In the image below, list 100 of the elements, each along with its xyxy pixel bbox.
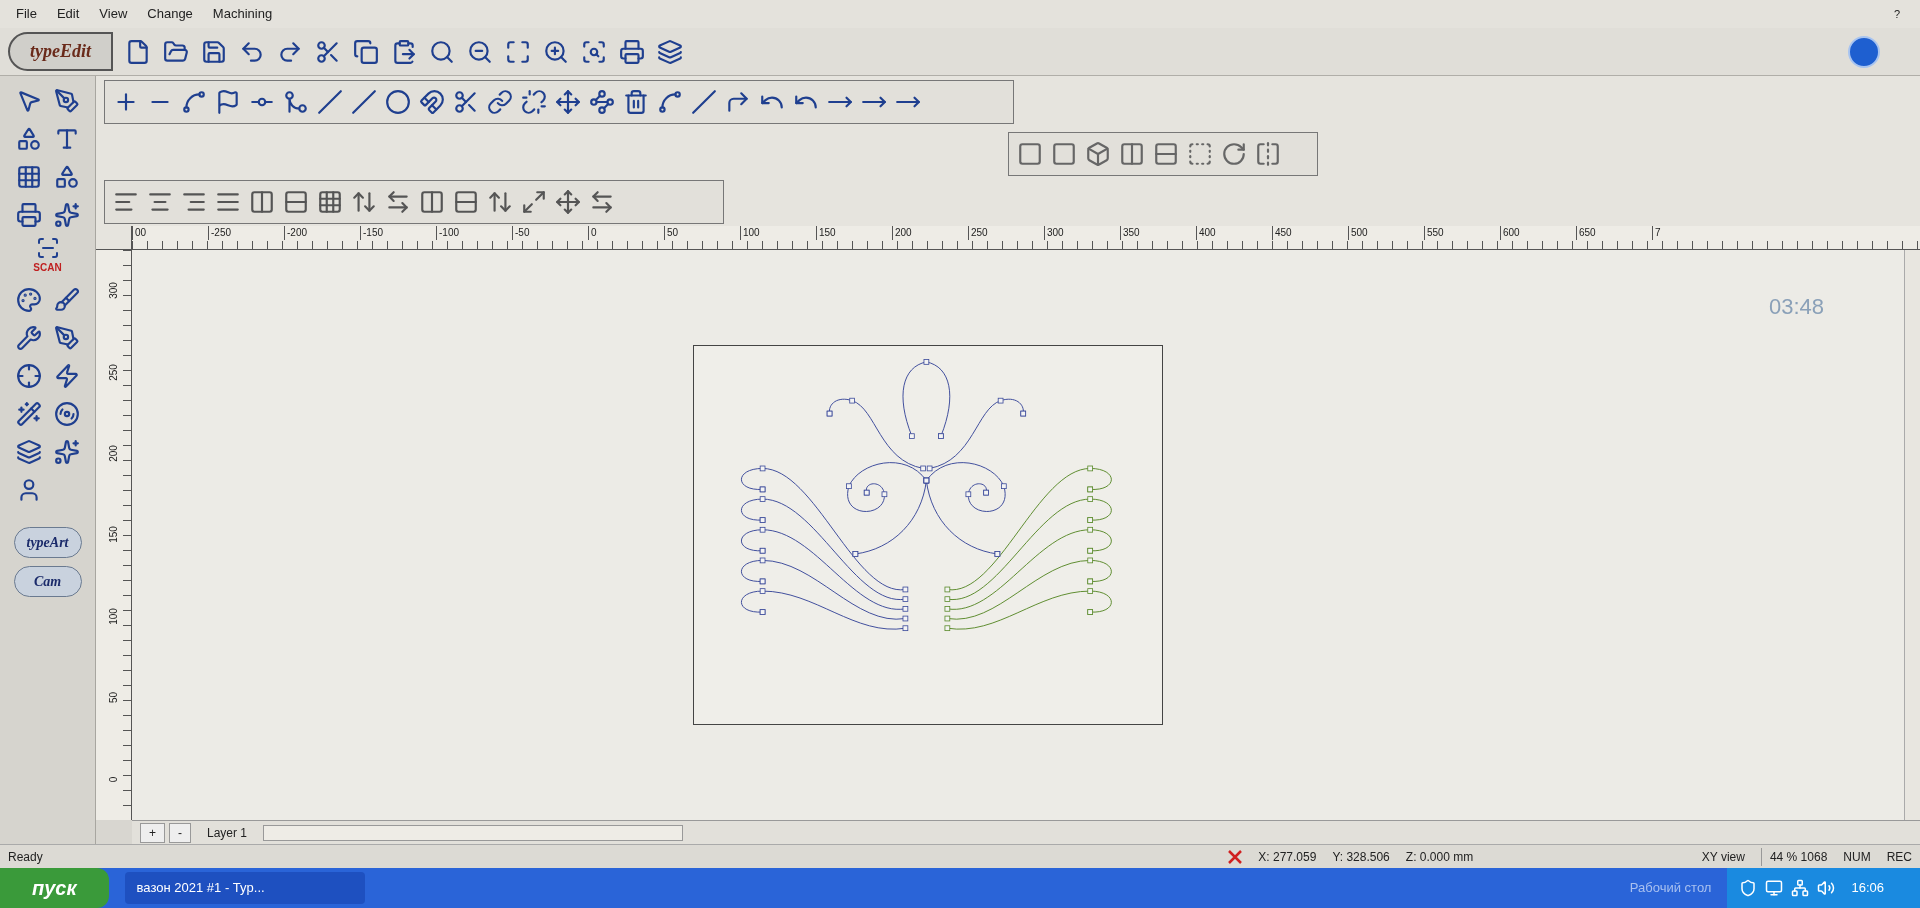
search-icon[interactable] xyxy=(429,38,455,65)
lightning-icon[interactable] xyxy=(53,363,80,389)
ruler-label: 300 xyxy=(107,282,120,300)
clock-overlay: 03:48 xyxy=(1768,293,1824,321)
zoom-indicator: 44 % 1068 xyxy=(1760,847,1828,866)
help-menu[interactable]: ? xyxy=(1881,5,1912,23)
ruler-label: 350 xyxy=(1120,226,1196,240)
layers-icon[interactable] xyxy=(15,439,42,465)
layers-icon[interactable] xyxy=(657,38,683,65)
wand-icon[interactable] xyxy=(15,401,42,427)
remove-layer-button[interactable]: - xyxy=(169,822,191,843)
pen-icon[interactable] xyxy=(53,325,80,351)
module-logo-button[interactable]: Cam xyxy=(13,566,82,597)
cut-icon[interactable] xyxy=(453,89,479,115)
crosshair-icon[interactable] xyxy=(15,363,42,389)
monitor-icon[interactable] xyxy=(1765,879,1784,897)
module-logo-button[interactable]: typeArt xyxy=(13,527,82,558)
line-icon[interactable] xyxy=(317,89,343,115)
app-logo: typeEdit xyxy=(8,32,113,71)
open-folder-icon[interactable] xyxy=(163,38,189,65)
move-icon[interactable] xyxy=(555,189,581,215)
box-icon[interactable] xyxy=(1085,141,1111,167)
grid-icon[interactable] xyxy=(317,189,343,215)
square-icon[interactable] xyxy=(1017,141,1043,167)
vertical-arrows-icon[interactable] xyxy=(351,189,377,215)
resize-icon[interactable] xyxy=(521,189,547,215)
columns-icon[interactable] xyxy=(419,189,445,215)
speaker-icon[interactable] xyxy=(1817,879,1836,897)
menu-item[interactable]: Edit xyxy=(48,4,88,24)
link-icon[interactable] xyxy=(487,89,513,115)
add-layer-button[interactable]: + xyxy=(140,822,165,843)
ruler-label: 200 xyxy=(892,226,968,240)
rows-icon[interactable] xyxy=(1153,141,1179,167)
menu-item[interactable]: File xyxy=(8,4,45,24)
trash-icon[interactable] xyxy=(623,89,649,115)
paste-icon[interactable] xyxy=(391,38,417,65)
ruler-label: 50 xyxy=(107,692,120,704)
curve-icon[interactable] xyxy=(181,89,207,115)
ruler-label: 150 xyxy=(107,526,120,544)
horizontal-arrows-icon[interactable] xyxy=(589,189,615,215)
flip-icon[interactable] xyxy=(1255,141,1281,167)
zoom-selection-icon[interactable] xyxy=(581,38,607,65)
printer-icon[interactable] xyxy=(15,202,42,228)
new-file-icon[interactable] xyxy=(125,38,151,65)
wrench-icon[interactable] xyxy=(15,325,42,351)
pen-icon[interactable] xyxy=(53,88,80,114)
disc-icon[interactable] xyxy=(53,401,80,427)
shapes-icon[interactable] xyxy=(15,126,42,152)
unlink-icon[interactable] xyxy=(521,89,547,115)
sparkles-icon[interactable] xyxy=(53,439,80,465)
menu-item[interactable]: Change xyxy=(139,4,201,24)
sparkles-icon[interactable] xyxy=(53,202,80,228)
menu-item[interactable]: View xyxy=(91,4,136,24)
rows-icon[interactable] xyxy=(453,189,479,215)
start-button[interactable]: пуск xyxy=(0,868,109,908)
save-icon[interactable] xyxy=(201,38,227,65)
circle-icon[interactable] xyxy=(385,89,411,115)
copy-icon[interactable] xyxy=(353,38,379,65)
line-icon[interactable] xyxy=(691,89,717,115)
square-icon[interactable] xyxy=(1051,141,1077,167)
layer-tab[interactable]: Layer 1 xyxy=(195,823,260,842)
ruler-label: 0 xyxy=(107,776,120,782)
grid-icon[interactable] xyxy=(15,164,42,190)
scanner-icon[interactable] xyxy=(35,236,60,260)
palette-icon[interactable] xyxy=(15,287,42,313)
move-icon[interactable] xyxy=(555,89,581,115)
zoom-fit-icon[interactable] xyxy=(505,38,531,65)
menu-item[interactable]: Machining xyxy=(204,4,281,24)
dashed-square-icon[interactable] xyxy=(1187,141,1213,167)
vertical-scrollbar[interactable] xyxy=(1904,250,1920,820)
x-coordinate: X: 277.059 xyxy=(1258,848,1317,866)
magnet-icon[interactable] xyxy=(419,89,445,115)
curve-icon[interactable] xyxy=(657,89,683,115)
shield-icon[interactable] xyxy=(1739,879,1758,897)
ruler-label: 0 xyxy=(588,226,664,240)
join-icon[interactable] xyxy=(283,89,309,115)
ruler-label: 7 xyxy=(1652,226,1728,240)
columns-icon[interactable] xyxy=(249,189,275,215)
y-coordinate: Y: 328.506 xyxy=(1332,848,1390,866)
columns-icon[interactable] xyxy=(1119,141,1145,167)
ruler-label: 450 xyxy=(1272,226,1348,240)
taskbar-window-button[interactable]: вазон 2021 #1 - Typ... xyxy=(124,872,365,904)
shapes-icon[interactable] xyxy=(53,164,80,190)
flag-icon[interactable] xyxy=(215,89,241,115)
rows-icon[interactable] xyxy=(283,189,309,215)
waypoints-icon[interactable] xyxy=(589,89,615,115)
brush-icon[interactable] xyxy=(53,287,80,313)
network-icon[interactable] xyxy=(1791,879,1810,897)
vertical-arrows-icon[interactable] xyxy=(487,189,513,215)
printer-icon[interactable] xyxy=(619,38,645,65)
ruler-label: -50 xyxy=(512,226,588,240)
cut-icon[interactable] xyxy=(315,38,341,65)
ruler-label: -200 xyxy=(284,226,360,240)
rotate-icon[interactable] xyxy=(1221,141,1247,167)
zoom-out-icon[interactable] xyxy=(467,38,493,65)
zoom-in-icon[interactable] xyxy=(543,38,569,65)
ruler-label: 200 xyxy=(107,445,120,462)
status-message: Ready xyxy=(8,848,43,866)
horizontal-scrollbar[interactable] xyxy=(263,824,684,841)
horizontal-arrows-icon[interactable] xyxy=(385,189,411,215)
